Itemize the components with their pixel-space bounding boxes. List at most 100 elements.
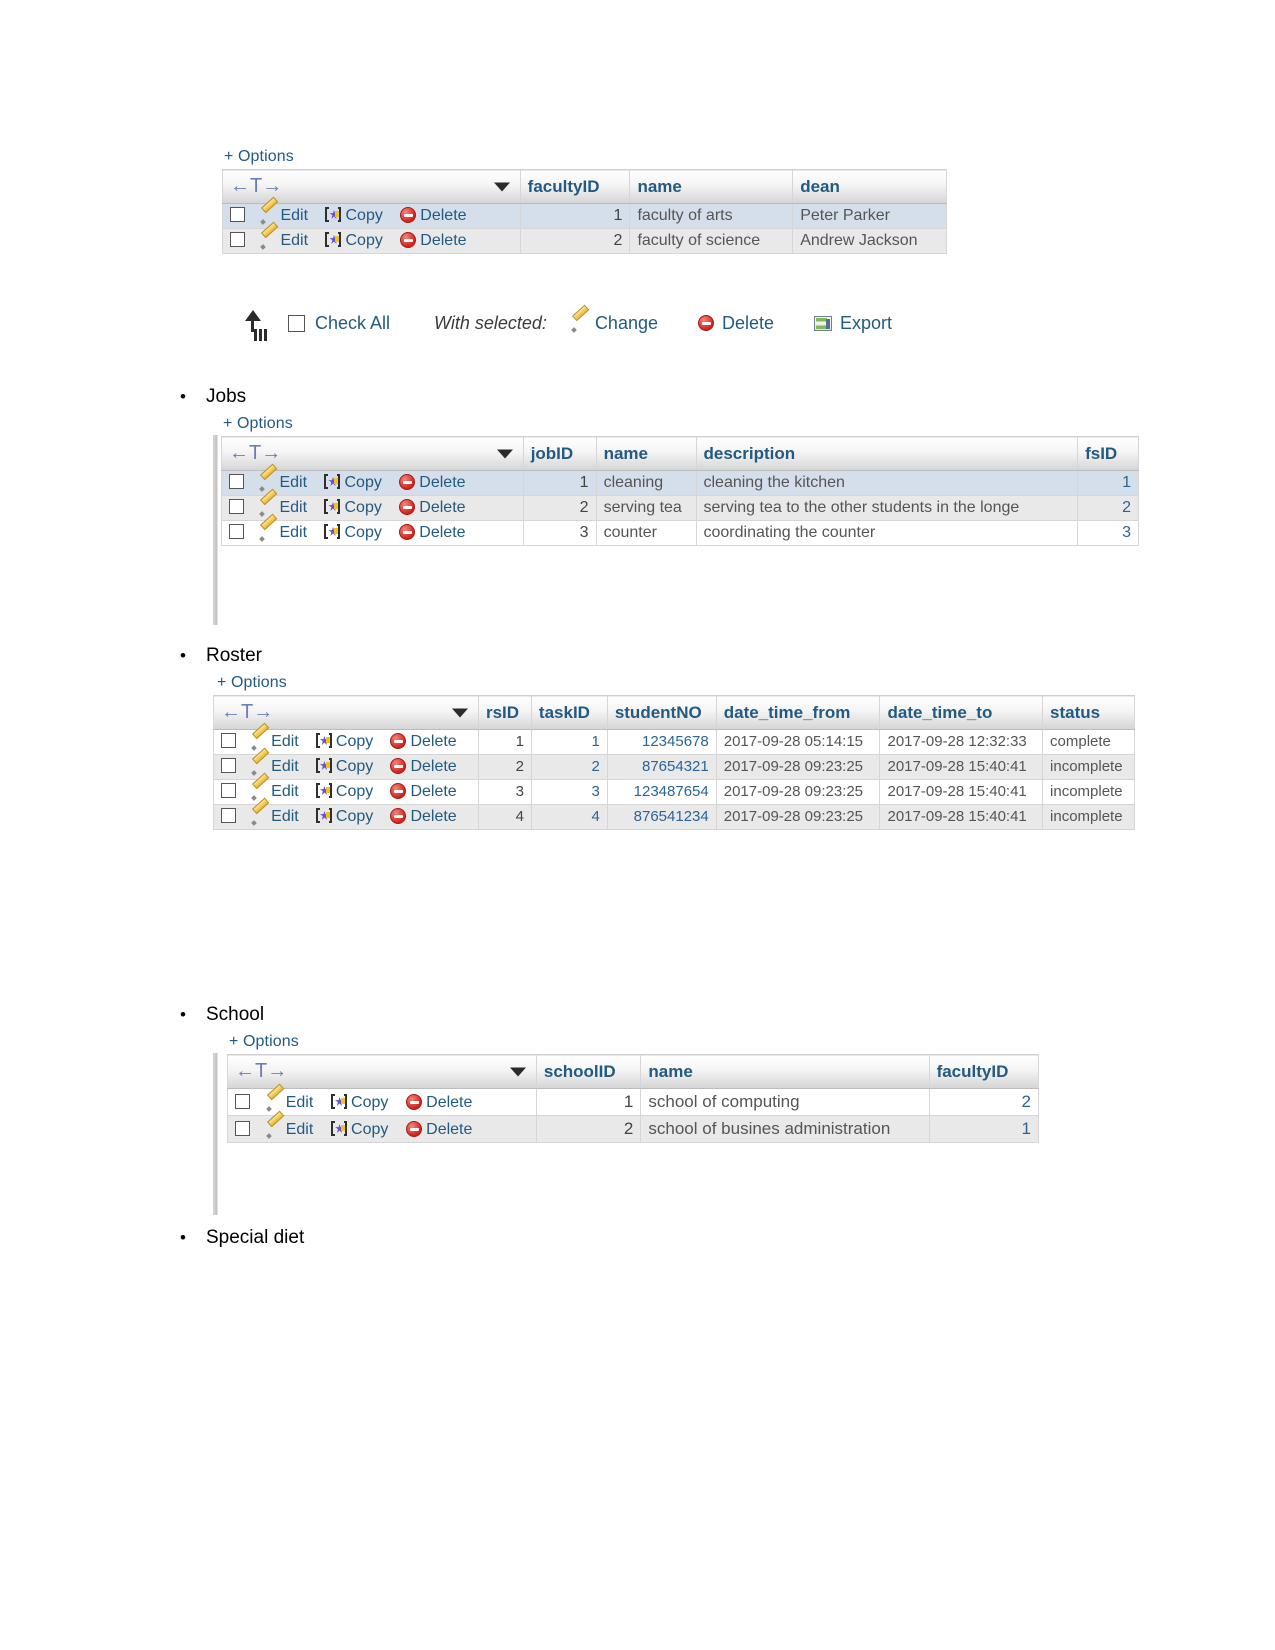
delete-link[interactable]: Delete <box>390 733 457 750</box>
cell-name: school of busines administration <box>640 1115 930 1143</box>
copy-link[interactable]: Copy <box>331 1121 388 1138</box>
row-actions: Edit Copy Delete <box>213 754 479 780</box>
sort-caret-icon[interactable] <box>493 182 510 191</box>
row-actions: Edit Copy Delete <box>221 470 524 496</box>
row-checkbox[interactable] <box>221 783 236 798</box>
table-row[interactable]: Edit Copy Delete 3 counter coordinating … <box>221 520 1139 546</box>
col-facultyID[interactable]: facultyID <box>928 1054 1040 1089</box>
table-row[interactable]: Edit Copy Delete 2 faculty of science An… <box>222 228 947 254</box>
edit-link[interactable]: Edit <box>266 1094 314 1111</box>
copy-link[interactable]: Copy <box>315 808 373 825</box>
copy-link[interactable]: Copy <box>324 499 382 516</box>
col-taskID[interactable]: taskID <box>530 695 608 730</box>
cell-status: incomplete <box>1042 754 1135 780</box>
col-facultyID[interactable]: facultyID <box>519 169 631 204</box>
col-fsID[interactable]: fsID <box>1077 436 1139 471</box>
delete-link[interactable]: Delete <box>400 207 467 224</box>
delete-link[interactable]: Delete <box>406 1094 472 1111</box>
table-row[interactable]: Edit Copy Delete 1 cleaning cleaning the… <box>221 470 1139 496</box>
copy-link[interactable]: Copy <box>315 783 373 800</box>
table-row[interactable]: Edit Copy Delete 1 1 12345678 2017-09-28… <box>213 729 1135 755</box>
edit-link[interactable]: Edit <box>251 733 299 750</box>
table-row[interactable]: Edit Copy Delete 2 school of busines adm… <box>227 1115 1040 1143</box>
table-nav-label[interactable]: ←T→ <box>229 442 281 465</box>
copy-link[interactable]: Copy <box>324 524 382 541</box>
delete-link[interactable]: Delete <box>399 474 466 491</box>
col-studentNO[interactable]: studentNO <box>606 695 717 730</box>
col-schoolID[interactable]: schoolID <box>535 1054 642 1089</box>
row-checkbox[interactable] <box>235 1121 250 1136</box>
table-nav-label[interactable]: ←T→ <box>230 175 282 198</box>
row-checkbox[interactable] <box>229 474 244 489</box>
edit-link[interactable]: Edit <box>259 474 307 491</box>
edit-link[interactable]: Edit <box>251 808 299 825</box>
row-checkbox[interactable] <box>230 232 245 247</box>
copy-link[interactable]: Copy <box>331 1094 388 1111</box>
options-toggle-school[interactable]: + Options <box>227 1033 1039 1051</box>
row-checkbox[interactable] <box>230 207 245 222</box>
nav-header-cell[interactable]: ←T→ <box>213 695 479 730</box>
delete-link[interactable]: Delete <box>406 1121 472 1138</box>
check-all-checkbox[interactable] <box>288 314 305 332</box>
copy-link[interactable]: Copy <box>315 758 373 775</box>
check-all-label[interactable]: Check All <box>315 313 390 334</box>
col-name[interactable]: name <box>595 436 697 471</box>
export-action[interactable]: Export <box>814 313 900 334</box>
nav-header-cell[interactable]: ←T→ <box>221 436 524 471</box>
edit-link[interactable]: Edit <box>259 499 307 516</box>
change-action[interactable]: Change <box>571 313 666 334</box>
sort-caret-icon[interactable] <box>451 708 468 717</box>
edit-link[interactable]: Edit <box>260 232 308 249</box>
row-checkbox[interactable] <box>221 758 236 773</box>
delete-link[interactable]: Delete <box>390 758 457 775</box>
row-checkbox[interactable] <box>235 1094 250 1109</box>
col-name[interactable]: name <box>640 1054 930 1089</box>
edit-link[interactable]: Edit <box>266 1121 314 1138</box>
options-toggle-roster[interactable]: + Options <box>215 674 1135 692</box>
edit-link[interactable]: Edit <box>251 758 299 775</box>
delete-link[interactable]: Delete <box>400 232 467 249</box>
row-checkbox[interactable] <box>229 524 244 539</box>
col-jobID[interactable]: jobID <box>522 436 597 471</box>
table-row[interactable]: Edit Copy Delete 4 4 876541234 2017-09-2… <box>213 804 1135 830</box>
delete-link[interactable]: Delete <box>399 524 466 541</box>
table-nav-label[interactable]: ←T→ <box>221 701 273 724</box>
nav-header-cell[interactable]: ←T→ <box>227 1054 537 1089</box>
options-toggle-faculty[interactable]: + Options <box>222 148 947 166</box>
table-row[interactable]: Edit Copy Delete 3 3 123487654 2017-09-2… <box>213 779 1135 805</box>
table-nav-label[interactable]: ←T→ <box>235 1060 287 1083</box>
row-checkbox[interactable] <box>229 499 244 514</box>
delete-link[interactable]: Delete <box>390 808 457 825</box>
delete-link[interactable]: Delete <box>390 783 457 800</box>
table-row[interactable]: Edit Copy Delete 1 school of computing 2 <box>227 1088 1040 1116</box>
col-description[interactable]: description <box>695 436 1079 471</box>
copy-icon <box>325 207 342 223</box>
delete-link[interactable]: Delete <box>399 499 466 516</box>
col-date-time-from[interactable]: date_time_from <box>715 695 881 730</box>
options-toggle-jobs[interactable]: + Options <box>221 415 1139 433</box>
nav-header-cell[interactable]: ←T→ <box>222 169 521 204</box>
col-rsID[interactable]: rsID <box>477 695 532 730</box>
sort-caret-icon[interactable] <box>496 449 513 458</box>
col-name[interactable]: name <box>629 169 794 204</box>
col-status[interactable]: status <box>1042 695 1135 730</box>
table-row[interactable]: Edit Copy Delete 1 faculty of arts Peter… <box>222 203 947 229</box>
table-row[interactable]: Edit Copy Delete 2 2 87654321 2017-09-28… <box>213 754 1135 780</box>
copy-link[interactable]: Copy <box>325 207 383 224</box>
cell-name: cleaning <box>595 470 697 496</box>
edit-link[interactable]: Edit <box>251 783 299 800</box>
copy-link[interactable]: Copy <box>325 232 383 249</box>
sort-caret-icon[interactable] <box>509 1067 526 1076</box>
cell-taskID: 4 <box>530 804 608 830</box>
edit-link[interactable]: Edit <box>259 524 307 541</box>
col-date-time-to[interactable]: date_time_to <box>879 695 1044 730</box>
col-dean[interactable]: dean <box>792 169 947 204</box>
edit-link[interactable]: Edit <box>260 207 308 224</box>
row-actions: Edit Copy Delete <box>222 203 521 229</box>
row-checkbox[interactable] <box>221 733 236 748</box>
delete-action[interactable]: Delete <box>698 313 782 334</box>
row-checkbox[interactable] <box>221 808 236 823</box>
table-row[interactable]: Edit Copy Delete 2 serving tea serving t… <box>221 495 1139 521</box>
copy-link[interactable]: Copy <box>315 733 373 750</box>
copy-link[interactable]: Copy <box>324 474 382 491</box>
